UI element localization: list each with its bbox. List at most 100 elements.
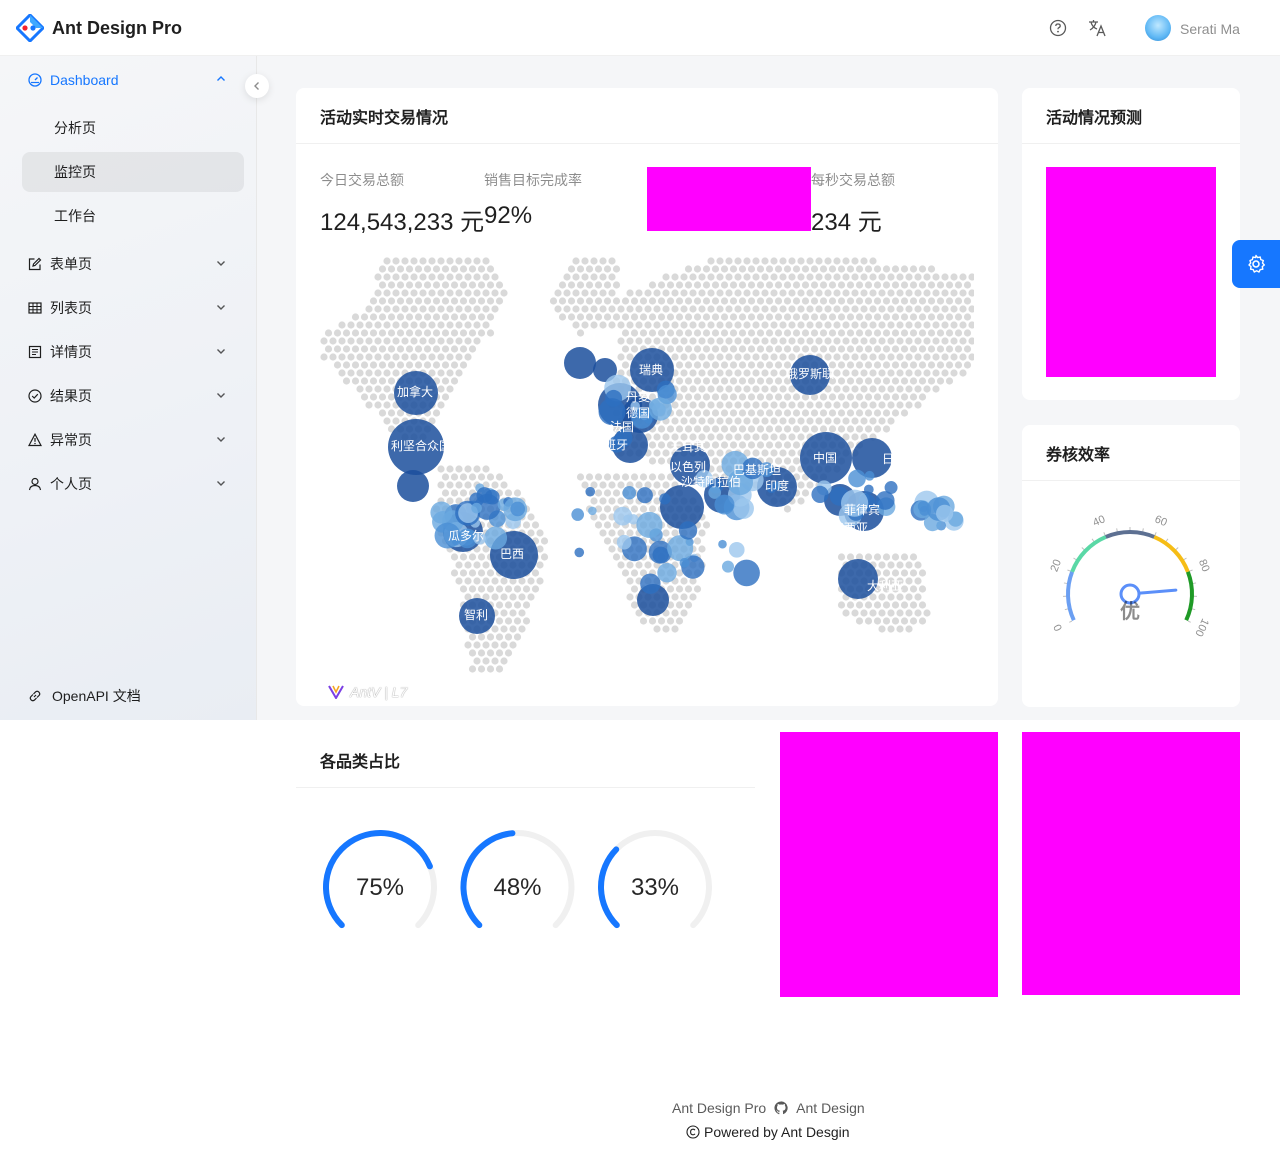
profile-icon: [28, 345, 42, 359]
sidebar-item-list[interactable]: 列表页: [22, 288, 244, 328]
map-bubble[interactable]: [616, 534, 632, 550]
map-dot: [756, 329, 765, 337]
map-bubble[interactable]: [863, 484, 874, 495]
openapi-link[interactable]: OpenAPI 文档: [28, 686, 141, 706]
map-bubble[interactable]: [660, 485, 704, 529]
map-dot: [689, 401, 697, 409]
map-bubble[interactable]: [811, 485, 829, 503]
map-bubble[interactable]: [657, 563, 677, 583]
sidebar-item-analysis[interactable]: 分析页: [22, 108, 244, 148]
map-dot: [738, 393, 747, 401]
map-dot: [761, 257, 769, 265]
map-dot: [864, 281, 873, 289]
map-dot: [590, 305, 598, 313]
collapse-sidebar-button[interactable]: [245, 74, 269, 98]
sidebar-item-dashboard[interactable]: Dashboard: [22, 60, 244, 100]
map-bubble[interactable]: [430, 501, 453, 524]
map-dot: [788, 257, 796, 265]
map-bubble[interactable]: [564, 347, 596, 379]
map-bubble[interactable]: [471, 502, 482, 514]
map-bubble[interactable]: [588, 506, 597, 516]
sidebar-item-account[interactable]: 个人页: [22, 464, 244, 504]
map-dot: [891, 601, 900, 609]
map-dot: [747, 281, 756, 289]
openapi-label: OpenAPI 文档: [52, 688, 141, 704]
map-dot: [779, 433, 787, 441]
map-dot: [423, 281, 432, 289]
sidebar-item-result[interactable]: 结果页: [22, 376, 244, 416]
sidebar-item-exception[interactable]: 异常页: [22, 420, 244, 460]
map-dot: [599, 321, 607, 329]
translation-icon[interactable]: [1087, 18, 1107, 38]
map-bubble[interactable]: [659, 493, 671, 505]
map-dot: [801, 329, 810, 337]
map-bubble[interactable]: [864, 470, 875, 481]
map-bubble[interactable]: [733, 498, 754, 519]
sidebar-item-monitor[interactable]: 监控页: [22, 152, 244, 192]
map-bubble[interactable]: [622, 485, 637, 500]
map-bubble[interactable]: [728, 542, 745, 558]
map-bubble[interactable]: [484, 526, 508, 550]
map-bubble[interactable]: [571, 508, 584, 521]
sidebar-item-form[interactable]: 表单页: [22, 244, 244, 284]
avatar[interactable]: [1145, 15, 1171, 41]
map-dot: [369, 313, 378, 321]
map-bubble[interactable]: [636, 511, 663, 538]
map-dot: [500, 641, 508, 649]
map-dot: [729, 441, 738, 449]
map-dot: [527, 577, 535, 585]
map-dot: [747, 265, 756, 273]
map-bubble[interactable]: [605, 389, 623, 407]
map-bubble[interactable]: [714, 494, 735, 515]
map-bubble[interactable]: [574, 547, 585, 558]
map-bubble[interactable]: [733, 559, 760, 587]
map-dot: [662, 433, 670, 441]
map-bubble[interactable]: [397, 470, 429, 502]
map-dot: [657, 473, 666, 481]
map-dot: [459, 553, 468, 561]
sidebar-item-workplace[interactable]: 工作台: [22, 196, 244, 236]
map-dot: [792, 297, 801, 305]
map-bubble[interactable]: [648, 397, 672, 421]
map-bubble[interactable]: [640, 573, 661, 594]
map-dot: [378, 329, 387, 337]
map-dot: [486, 473, 495, 481]
map-dot: [500, 593, 508, 601]
map-bubble[interactable]: [718, 539, 727, 549]
map-dot: [954, 297, 963, 305]
footer-link-pro[interactable]: Ant Design Pro: [672, 1100, 766, 1116]
map-dot: [923, 353, 931, 361]
map-dot: [792, 265, 801, 273]
map-dot: [509, 641, 517, 649]
map-dot: [887, 353, 895, 361]
sidebar-item-profile[interactable]: 详情页: [22, 332, 244, 372]
map-dot: [819, 265, 828, 273]
github-icon[interactable]: [774, 1101, 788, 1115]
footer-link-antd[interactable]: Ant Design: [796, 1100, 864, 1116]
map-bubble[interactable]: [585, 486, 596, 497]
map-dot: [702, 313, 711, 321]
map-bubble[interactable]: [679, 557, 690, 568]
map-dot: [675, 601, 684, 609]
map-dot: [387, 345, 396, 353]
settings-drawer-button[interactable]: [1232, 240, 1280, 288]
map-dot: [450, 297, 459, 305]
map-dot: [837, 361, 846, 369]
map-bubble[interactable]: [936, 504, 954, 522]
user-name[interactable]: Serati Ma: [1180, 21, 1240, 37]
map-bubble[interactable]: [484, 489, 500, 505]
map-dot: [752, 449, 760, 457]
logo[interactable]: Ant Design Pro: [16, 14, 182, 42]
map-bubble[interactable]: [678, 521, 698, 540]
map-dot: [459, 313, 468, 321]
question-circle-icon[interactable]: [1048, 18, 1068, 38]
map-bubble[interactable]: [510, 501, 526, 517]
world-map[interactable]: 加拿大利坚合众国瑞典丹麦德国法国西班牙 土耳其以色列沙特阿拉伯巴基斯坦印度中国 日本…: [320, 255, 974, 678]
map-dot: [666, 345, 675, 353]
map-bubble[interactable]: [636, 487, 653, 504]
map-bubble[interactable]: [848, 469, 866, 488]
map-dot: [819, 313, 828, 321]
map-dot: [810, 329, 819, 337]
map-dot: [617, 561, 625, 569]
map-bubble[interactable]: [721, 560, 735, 573]
